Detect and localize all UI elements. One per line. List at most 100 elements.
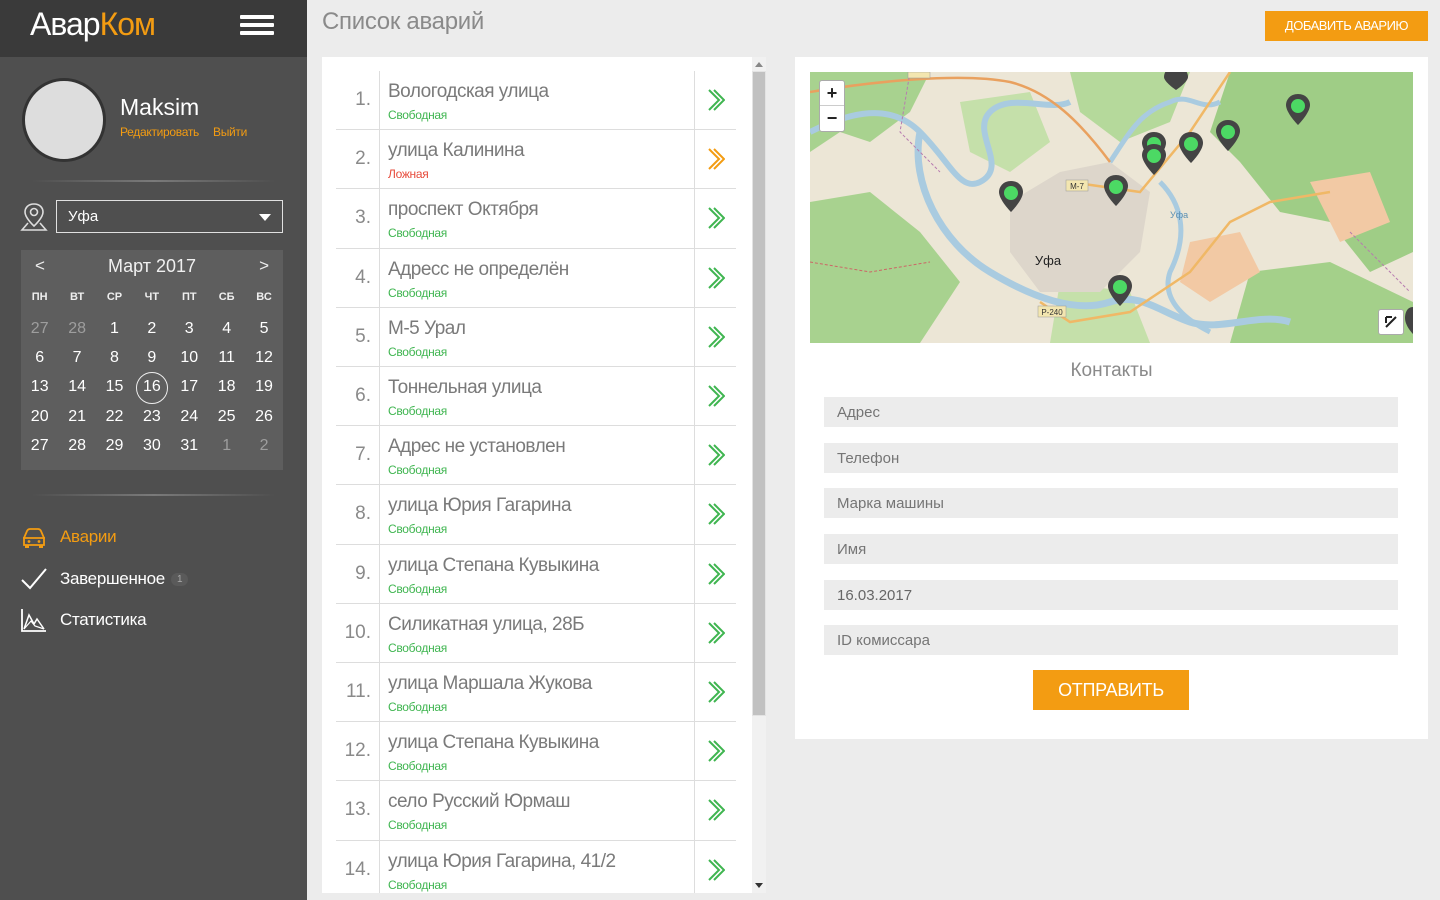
submit-button[interactable]: ОТПРАВИТЬ bbox=[1033, 670, 1189, 710]
calendar-day[interactable]: 10 bbox=[171, 343, 208, 372]
calendar-day[interactable]: 24 bbox=[171, 402, 208, 431]
calendar-day[interactable]: 2 bbox=[245, 431, 282, 460]
calendar-day[interactable]: 17 bbox=[171, 372, 208, 401]
list-scrollbar[interactable] bbox=[752, 57, 766, 893]
calendar-day[interactable]: 28 bbox=[58, 314, 95, 343]
calendar-day[interactable]: 14 bbox=[58, 372, 95, 401]
date-field[interactable] bbox=[824, 580, 1398, 610]
sidebar-item-accidents[interactable]: Аварии bbox=[20, 520, 290, 554]
address-field[interactable] bbox=[824, 397, 1398, 427]
calendar-day[interactable]: 27 bbox=[21, 314, 58, 343]
calendar-day[interactable]: 1 bbox=[208, 431, 245, 460]
list-item[interactable]: 13. село Русский Юрмаш Свободная bbox=[336, 781, 736, 841]
list-item[interactable]: 8. улица Юрия Гагарина Свободная bbox=[336, 485, 736, 545]
car-brand-field[interactable] bbox=[824, 488, 1398, 518]
calendar-day-today[interactable]: 16 bbox=[133, 372, 170, 405]
calendar-day[interactable]: 4 bbox=[208, 314, 245, 343]
calendar-day[interactable]: 12 bbox=[245, 343, 282, 372]
phone-field[interactable] bbox=[824, 443, 1398, 473]
edit-profile-link[interactable]: Редактировать bbox=[120, 125, 199, 139]
chevron-right-icon bbox=[708, 799, 725, 822]
calendar-day[interactable]: 18 bbox=[208, 372, 245, 401]
calendar-day[interactable]: 1 bbox=[96, 314, 133, 343]
open-accident-button[interactable] bbox=[694, 544, 736, 603]
calendar-day[interactable]: 2 bbox=[133, 314, 170, 343]
list-item[interactable]: 9. улица Степана Кувыкина Свободная bbox=[336, 544, 736, 604]
list-item[interactable]: 1. Вологодская улица Свободная bbox=[336, 71, 736, 131]
list-item[interactable]: 5. М-5 Урал Свободная bbox=[336, 307, 736, 367]
open-accident-button[interactable] bbox=[694, 426, 736, 485]
list-item[interactable]: 12. улица Степана Кувыкина Свободная bbox=[336, 722, 736, 782]
chevron-right-icon bbox=[708, 385, 725, 407]
sidebar-item-label: Статистика bbox=[60, 610, 147, 629]
list-item[interactable]: 7. Адрес не установлен Свободная bbox=[336, 426, 736, 486]
sidebar-item-completed[interactable]: Завершенное 1 bbox=[20, 562, 290, 596]
calendar-day[interactable]: 31 bbox=[171, 431, 208, 460]
list-item-address: Адресс не определён bbox=[388, 258, 569, 280]
calendar-day[interactable]: 13 bbox=[21, 372, 58, 401]
calendar-day[interactable]: 6 bbox=[21, 343, 58, 372]
calendar-day[interactable]: 7 bbox=[58, 343, 95, 372]
open-accident-button[interactable] bbox=[694, 781, 736, 840]
calendar-day[interactable]: 27 bbox=[21, 431, 58, 460]
scroll-up-arrow-icon[interactable] bbox=[755, 62, 763, 67]
list-item[interactable]: 11. улица Маршала Жукова Свободная bbox=[336, 663, 736, 723]
zoom-out-button[interactable]: − bbox=[820, 106, 844, 131]
accident-map[interactable]: М-7 Р-240 Уфа Уфа + − bbox=[810, 72, 1413, 343]
calendar-day[interactable]: 19 bbox=[245, 372, 282, 401]
calendar-day[interactable]: 21 bbox=[58, 402, 95, 431]
list-item-number: 10. bbox=[336, 603, 380, 662]
open-accident-button[interactable] bbox=[694, 367, 736, 426]
calendar-day[interactable]: 25 bbox=[208, 402, 245, 431]
avatar[interactable] bbox=[22, 78, 106, 162]
calendar-day[interactable]: 5 bbox=[245, 314, 282, 343]
calendar-day[interactable]: 11 bbox=[208, 343, 245, 372]
open-accident-button[interactable] bbox=[694, 71, 736, 130]
calendar-day[interactable]: 29 bbox=[96, 431, 133, 460]
sidebar-item-statistics[interactable]: Статистика bbox=[20, 603, 290, 637]
open-accident-button[interactable] bbox=[694, 663, 736, 722]
logout-link[interactable]: Выйти bbox=[213, 125, 247, 139]
calendar-day[interactable]: 30 bbox=[133, 431, 170, 460]
calendar-day[interactable]: 20 bbox=[21, 402, 58, 431]
app-logo[interactable]: АварКом bbox=[30, 6, 156, 43]
open-accident-button[interactable] bbox=[694, 722, 736, 781]
list-item[interactable]: 3. проспект Октября Свободная bbox=[336, 189, 736, 249]
list-item[interactable]: 4. Адресс не определён Свободная bbox=[336, 248, 736, 308]
list-item[interactable]: 14. улица Юрия Гагарина, 41/2 Свободная bbox=[336, 840, 736, 893]
city-select[interactable]: Уфа bbox=[56, 200, 283, 233]
list-item-address: М-5 Урал bbox=[388, 317, 466, 339]
hamburger-menu-icon[interactable] bbox=[240, 15, 274, 41]
calendar-day[interactable]: 28 bbox=[58, 431, 95, 460]
open-accident-button[interactable] bbox=[694, 307, 736, 366]
calendar-day[interactable]: 8 bbox=[96, 343, 133, 372]
chart-icon bbox=[21, 609, 46, 632]
open-accident-button[interactable] bbox=[694, 603, 736, 662]
list-item[interactable]: 6. Тоннельная улица Свободная bbox=[336, 367, 736, 427]
list-item[interactable]: 10. Силикатная улица, 28Б Свободная bbox=[336, 603, 736, 663]
commissar-id-field[interactable] bbox=[824, 625, 1398, 655]
calendar-week-row: 13 14 15 16 17 18 19 bbox=[21, 372, 283, 405]
calendar-weekday: СР bbox=[106, 291, 123, 303]
calendar-day[interactable]: 9 bbox=[133, 343, 170, 372]
open-accident-button[interactable] bbox=[694, 485, 736, 544]
expand-map-icon[interactable] bbox=[1378, 309, 1404, 335]
calendar-next-button[interactable]: > bbox=[259, 256, 269, 276]
open-accident-button[interactable] bbox=[694, 248, 736, 307]
list-item-number: 7. bbox=[336, 426, 380, 485]
open-accident-button[interactable] bbox=[694, 130, 736, 189]
list-item-address: улица Юрия Гагарина bbox=[388, 495, 572, 517]
calendar-day[interactable]: 26 bbox=[245, 402, 282, 431]
add-accident-button[interactable]: ДОБАВИТЬ АВАРИЮ bbox=[1265, 11, 1428, 41]
calendar-day[interactable]: 23 bbox=[133, 402, 170, 431]
open-accident-button[interactable] bbox=[694, 840, 736, 893]
scroll-thumb[interactable] bbox=[752, 71, 766, 716]
list-item[interactable]: 2. улица Калинина Ложная bbox=[336, 130, 736, 190]
calendar-day[interactable]: 3 bbox=[171, 314, 208, 343]
name-field[interactable] bbox=[824, 534, 1398, 564]
calendar-day[interactable]: 22 bbox=[96, 402, 133, 431]
scroll-down-arrow-icon[interactable] bbox=[755, 883, 763, 888]
zoom-in-button[interactable]: + bbox=[820, 81, 844, 106]
calendar-day[interactable]: 15 bbox=[96, 372, 133, 401]
open-accident-button[interactable] bbox=[694, 189, 736, 248]
